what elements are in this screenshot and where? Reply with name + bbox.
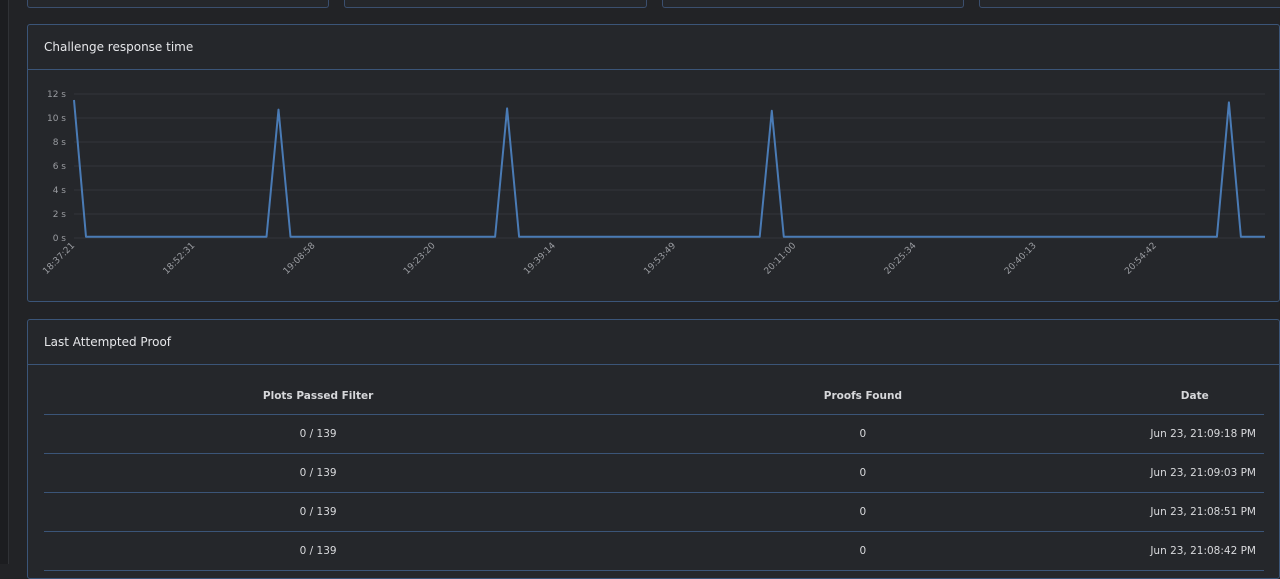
cell-proofs: 0	[592, 453, 1134, 493]
cell-proofs: 0	[592, 414, 1134, 454]
cell-plots: 0 / 139	[44, 492, 593, 532]
card-title: Last Attempted Proof	[28, 320, 1279, 365]
cell-date: Jun 23, 21:08:51 PM	[1133, 492, 1264, 532]
y-tick-label: 0 s	[53, 234, 67, 244]
x-tick-label: 20:25:34	[883, 241, 919, 277]
x-tick-label: 19:39:14	[522, 241, 558, 277]
cell-date: Jun 23, 21:09:18 PM	[1133, 414, 1264, 454]
card-title: Challenge response time	[28, 25, 1279, 70]
y-tick-label: 4 s	[53, 186, 67, 196]
last-attempted-proof-card: Last Attempted Proof Plots Passed Filter…	[27, 319, 1280, 579]
top-card-1	[27, 0, 329, 8]
table-row: 0 / 139 0 Jun 23, 21:08:42 PM	[44, 531, 1264, 571]
x-tick-label: 18:52:31	[162, 241, 198, 277]
top-card-3	[662, 0, 964, 8]
cell-date: Jun 23, 21:08:42 PM	[1133, 531, 1264, 571]
cell-proofs: 0	[592, 492, 1134, 532]
cell-plots: 0 / 139	[44, 453, 593, 493]
proof-table: Plots Passed Filter Proofs Found Date 0 …	[44, 378, 1264, 571]
table-row: 0 / 139 0 Jun 23, 21:09:03 PM	[44, 453, 1264, 493]
cell-proofs: 0	[592, 531, 1134, 571]
table-header-row: Plots Passed Filter Proofs Found Date	[44, 378, 1264, 415]
top-card-2	[344, 0, 647, 8]
left-rail	[0, 0, 9, 564]
x-tick-label: 19:08:58	[282, 241, 318, 277]
x-tick-label: 20:54:42	[1123, 241, 1159, 277]
x-tick-label: 18:37:21	[41, 241, 77, 277]
table-row: 0 / 139 0 Jun 23, 21:09:18 PM	[44, 414, 1264, 454]
cell-plots: 0 / 139	[44, 531, 593, 571]
cell-plots: 0 / 139	[44, 414, 593, 454]
x-tick-label: 20:11:00	[763, 241, 799, 277]
y-tick-label: 2 s	[53, 210, 67, 220]
challenge-response-card: Challenge response time 0 s 2 s 4 s 6 s 8 s 1…	[27, 24, 1280, 302]
column-header-proofs[interactable]: Proofs Found	[592, 378, 1134, 415]
x-tick-label: 19:53:49	[642, 241, 678, 277]
cell-date: Jun 23, 21:09:03 PM	[1133, 453, 1264, 493]
y-tick-label: 10 s	[47, 114, 66, 124]
table-row: 0 / 139 0 Jun 23, 21:08:51 PM	[44, 492, 1264, 532]
response-time-chart[interactable]: 0 s 2 s 4 s 6 s 8 s 10 s 12 s 18:37:21 18:52:31 1…	[28, 70, 1280, 302]
y-tick-label: 12 s	[47, 90, 66, 100]
x-tick-label: 20:40:13	[1003, 241, 1039, 277]
column-header-plots[interactable]: Plots Passed Filter	[44, 378, 593, 415]
y-tick-label: 6 s	[53, 162, 67, 172]
y-tick-label: 8 s	[53, 138, 67, 148]
column-header-date[interactable]: Date	[1133, 378, 1264, 415]
top-card-4	[979, 0, 1280, 8]
series-line	[73, 99, 1265, 238]
x-tick-label: 19:23:20	[402, 241, 438, 277]
